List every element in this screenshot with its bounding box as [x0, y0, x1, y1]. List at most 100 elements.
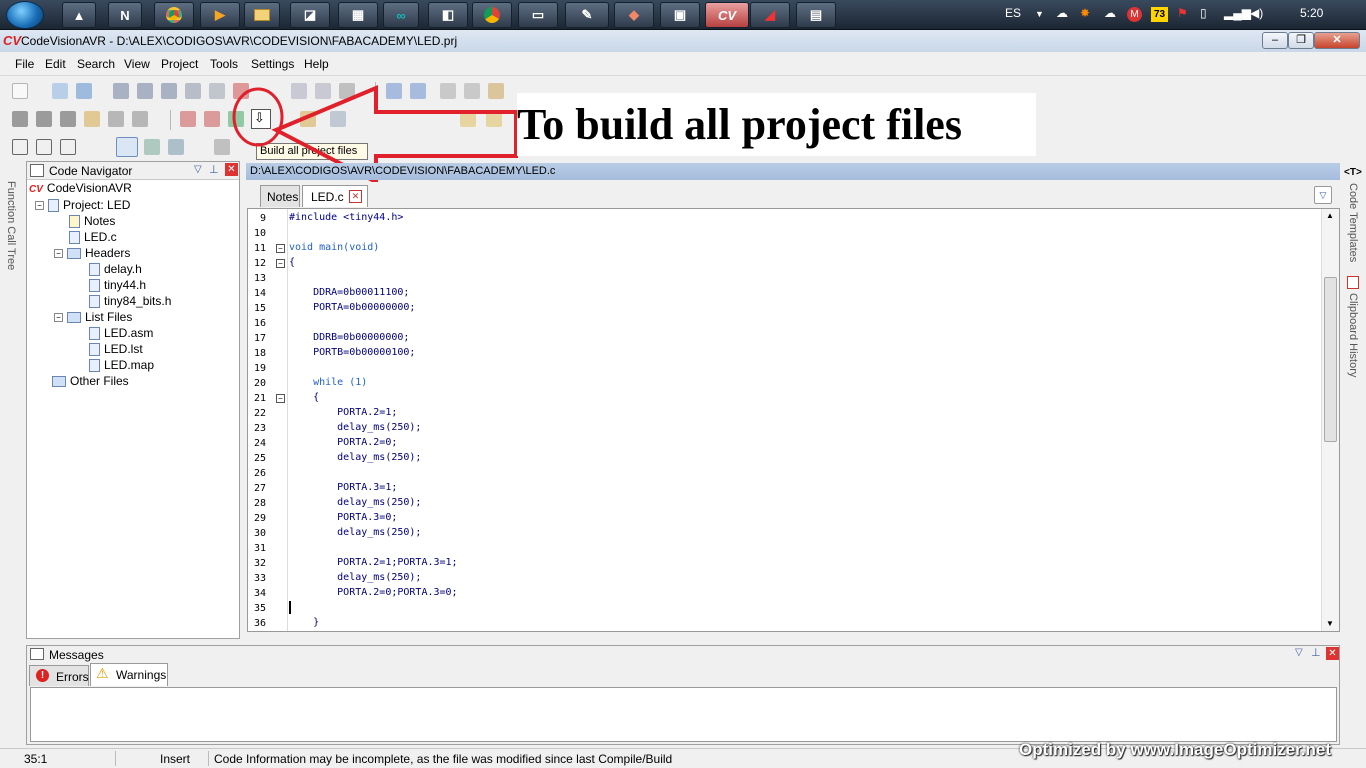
code-editor[interactable]: 9 #include <tiny44.h> 10 11 void main(vo… — [247, 208, 1340, 632]
code-line[interactable]: PORTA.3=1; — [289, 482, 397, 493]
new-file-icon[interactable] — [12, 83, 28, 99]
cloud-icon[interactable]: ☁ — [1104, 6, 1116, 20]
code-line[interactable]: { — [289, 257, 295, 268]
chevron-down-icon[interactable]: ▼ — [1035, 9, 1044, 19]
find-next-icon[interactable] — [36, 111, 52, 127]
collapse-icon[interactable]: − — [54, 249, 63, 259]
menu-tools[interactable]: Tools — [210, 57, 238, 71]
close-icon[interactable]: ✕ — [1326, 647, 1339, 660]
code-line[interactable]: PORTA.2=0; — [289, 437, 397, 448]
code-line[interactable]: { — [289, 392, 319, 403]
function-tree-icon[interactable] — [168, 139, 184, 155]
mail-icon[interactable]: M — [1127, 7, 1142, 22]
messages-list[interactable] — [30, 687, 1337, 742]
code-line[interactable]: while (1) — [289, 377, 367, 388]
taskbar-chrome-2[interactable] — [472, 2, 512, 28]
fold-marker[interactable]: − — [276, 394, 285, 403]
menu-view[interactable]: View — [124, 57, 150, 71]
code-line[interactable]: PORTA.2=1; — [289, 407, 397, 418]
clipboard-history-tab[interactable]: Clipboard History — [1347, 293, 1359, 377]
menu-settings[interactable]: Settings — [251, 57, 294, 71]
pin-icon[interactable]: ⊥ — [1311, 646, 1321, 659]
code-line[interactable]: delay_ms(250); — [289, 572, 421, 583]
code-line[interactable]: #include <tiny44.h> — [289, 212, 403, 223]
language-indicator[interactable]: ES — [1005, 6, 1021, 20]
check-syntax-icon[interactable] — [180, 111, 196, 127]
save-all-icon[interactable] — [161, 83, 177, 99]
tree-project[interactable]: − Project: LED — [35, 198, 130, 213]
tree-list-files[interactable]: − List Files — [54, 310, 132, 324]
menu-file[interactable]: File — [15, 57, 34, 71]
avast-icon[interactable]: ✸ — [1080, 6, 1090, 20]
function-call-tree-tab[interactable]: Function Call Tree — [0, 163, 22, 283]
close-icon[interactable]: ✕ — [349, 190, 362, 203]
start-button[interactable] — [6, 1, 44, 29]
tree-icon[interactable] — [36, 139, 52, 155]
scroll-up-icon[interactable]: ▲ — [1326, 211, 1334, 220]
code-line[interactable]: delay_ms(250); — [289, 497, 421, 508]
fold-marker[interactable]: − — [276, 244, 285, 253]
expand-icon[interactable] — [12, 139, 28, 155]
save-icon[interactable] — [113, 83, 129, 99]
collapse-icon[interactable]: − — [54, 313, 63, 323]
close-all-icon[interactable] — [209, 83, 225, 99]
menu-search[interactable]: Search — [77, 57, 115, 71]
close-button[interactable]: ✕ — [1314, 32, 1360, 49]
tree-source-file[interactable]: LED.c — [69, 230, 117, 245]
code-line[interactable]: PORTA.3=0; — [289, 512, 397, 523]
signal-icon[interactable]: ▂▄▆ — [1224, 6, 1251, 20]
taskbar-media[interactable]: ▶ — [200, 2, 240, 28]
taskbar-arduino[interactable]: ∞ — [383, 2, 419, 28]
taskbar-codevision[interactable]: CV — [705, 2, 749, 28]
code-line[interactable]: delay_ms(250); — [289, 527, 421, 538]
scroll-down-icon[interactable]: ▼ — [1326, 619, 1334, 628]
device-icon[interactable]: ▯ — [1200, 6, 1207, 20]
fold-marker[interactable]: − — [276, 259, 285, 268]
menu-edit[interactable]: Edit — [45, 57, 66, 71]
close-icon[interactable]: ✕ — [225, 163, 238, 176]
clock[interactable]: 5:20 — [1300, 6, 1323, 20]
templates-icon[interactable] — [144, 139, 160, 155]
code-line[interactable]: delay_ms(250); — [289, 452, 421, 463]
badge-count[interactable]: 73 — [1151, 7, 1168, 22]
find-in-files-icon[interactable] — [84, 111, 100, 127]
tree-header-file[interactable]: tiny84_bits.h — [89, 294, 171, 309]
compile-icon[interactable] — [204, 111, 220, 127]
taskbar-app-8[interactable]: ▣ — [660, 2, 700, 28]
tree-other-files[interactable]: Other Files — [52, 374, 129, 388]
refresh-icon[interactable] — [76, 83, 92, 99]
navigator-toggle-icon[interactable] — [116, 137, 138, 157]
scroll-thumb[interactable] — [1324, 277, 1337, 442]
tab-notes[interactable]: Notes — [260, 185, 300, 207]
cloud-icon[interactable]: ☁ — [1056, 6, 1068, 20]
tab-warnings[interactable]: ⚠ Warnings — [90, 663, 168, 686]
code-line[interactable]: DDRA=0b00011100; — [289, 287, 409, 298]
tree-headers[interactable]: − Headers — [54, 246, 130, 260]
find-prev-icon[interactable] — [60, 111, 76, 127]
chevron-down-icon[interactable]: ▽ — [1295, 647, 1303, 658]
taskbar-app-2[interactable]: N — [108, 2, 142, 28]
code-line[interactable]: delay_ms(250); — [289, 422, 421, 433]
taskbar-app-1[interactable]: ▲ — [62, 2, 96, 28]
find-icon[interactable] — [12, 111, 28, 127]
vertical-scrollbar[interactable]: ▲ ▼ — [1321, 209, 1339, 631]
collapse-icon[interactable]: − — [35, 201, 44, 211]
replace-icon[interactable] — [108, 111, 124, 127]
taskbar-app-10[interactable]: ▤ — [796, 2, 836, 28]
taskbar-calculator[interactable]: ▦ — [338, 2, 378, 28]
code-line[interactable]: PORTA=0b00000000; — [289, 302, 415, 313]
taskbar-explorer[interactable] — [244, 2, 280, 28]
minimize-button[interactable]: – — [1262, 32, 1288, 49]
close-file-icon[interactable] — [185, 83, 201, 99]
tree-header-file[interactable]: delay.h — [89, 262, 142, 277]
code-line[interactable]: } — [289, 617, 319, 628]
tab-list-dropdown[interactable]: ▽ — [1314, 186, 1332, 204]
taskbar-app-5[interactable]: ▭ — [518, 2, 558, 28]
code-line[interactable]: PORTA.2=0;PORTA.3=0; — [289, 587, 457, 598]
taskbar-app-7[interactable]: ◆ — [614, 2, 654, 28]
code-line[interactable]: DDRB=0b00000000; — [289, 332, 409, 343]
code-templates-tab[interactable]: Code Templates — [1347, 183, 1359, 262]
taskbar-app-6[interactable]: ✎ — [565, 2, 609, 28]
taskbar-app-4[interactable]: ◧ — [428, 2, 468, 28]
tab-led-c[interactable]: LED.c ✕ — [302, 185, 368, 207]
